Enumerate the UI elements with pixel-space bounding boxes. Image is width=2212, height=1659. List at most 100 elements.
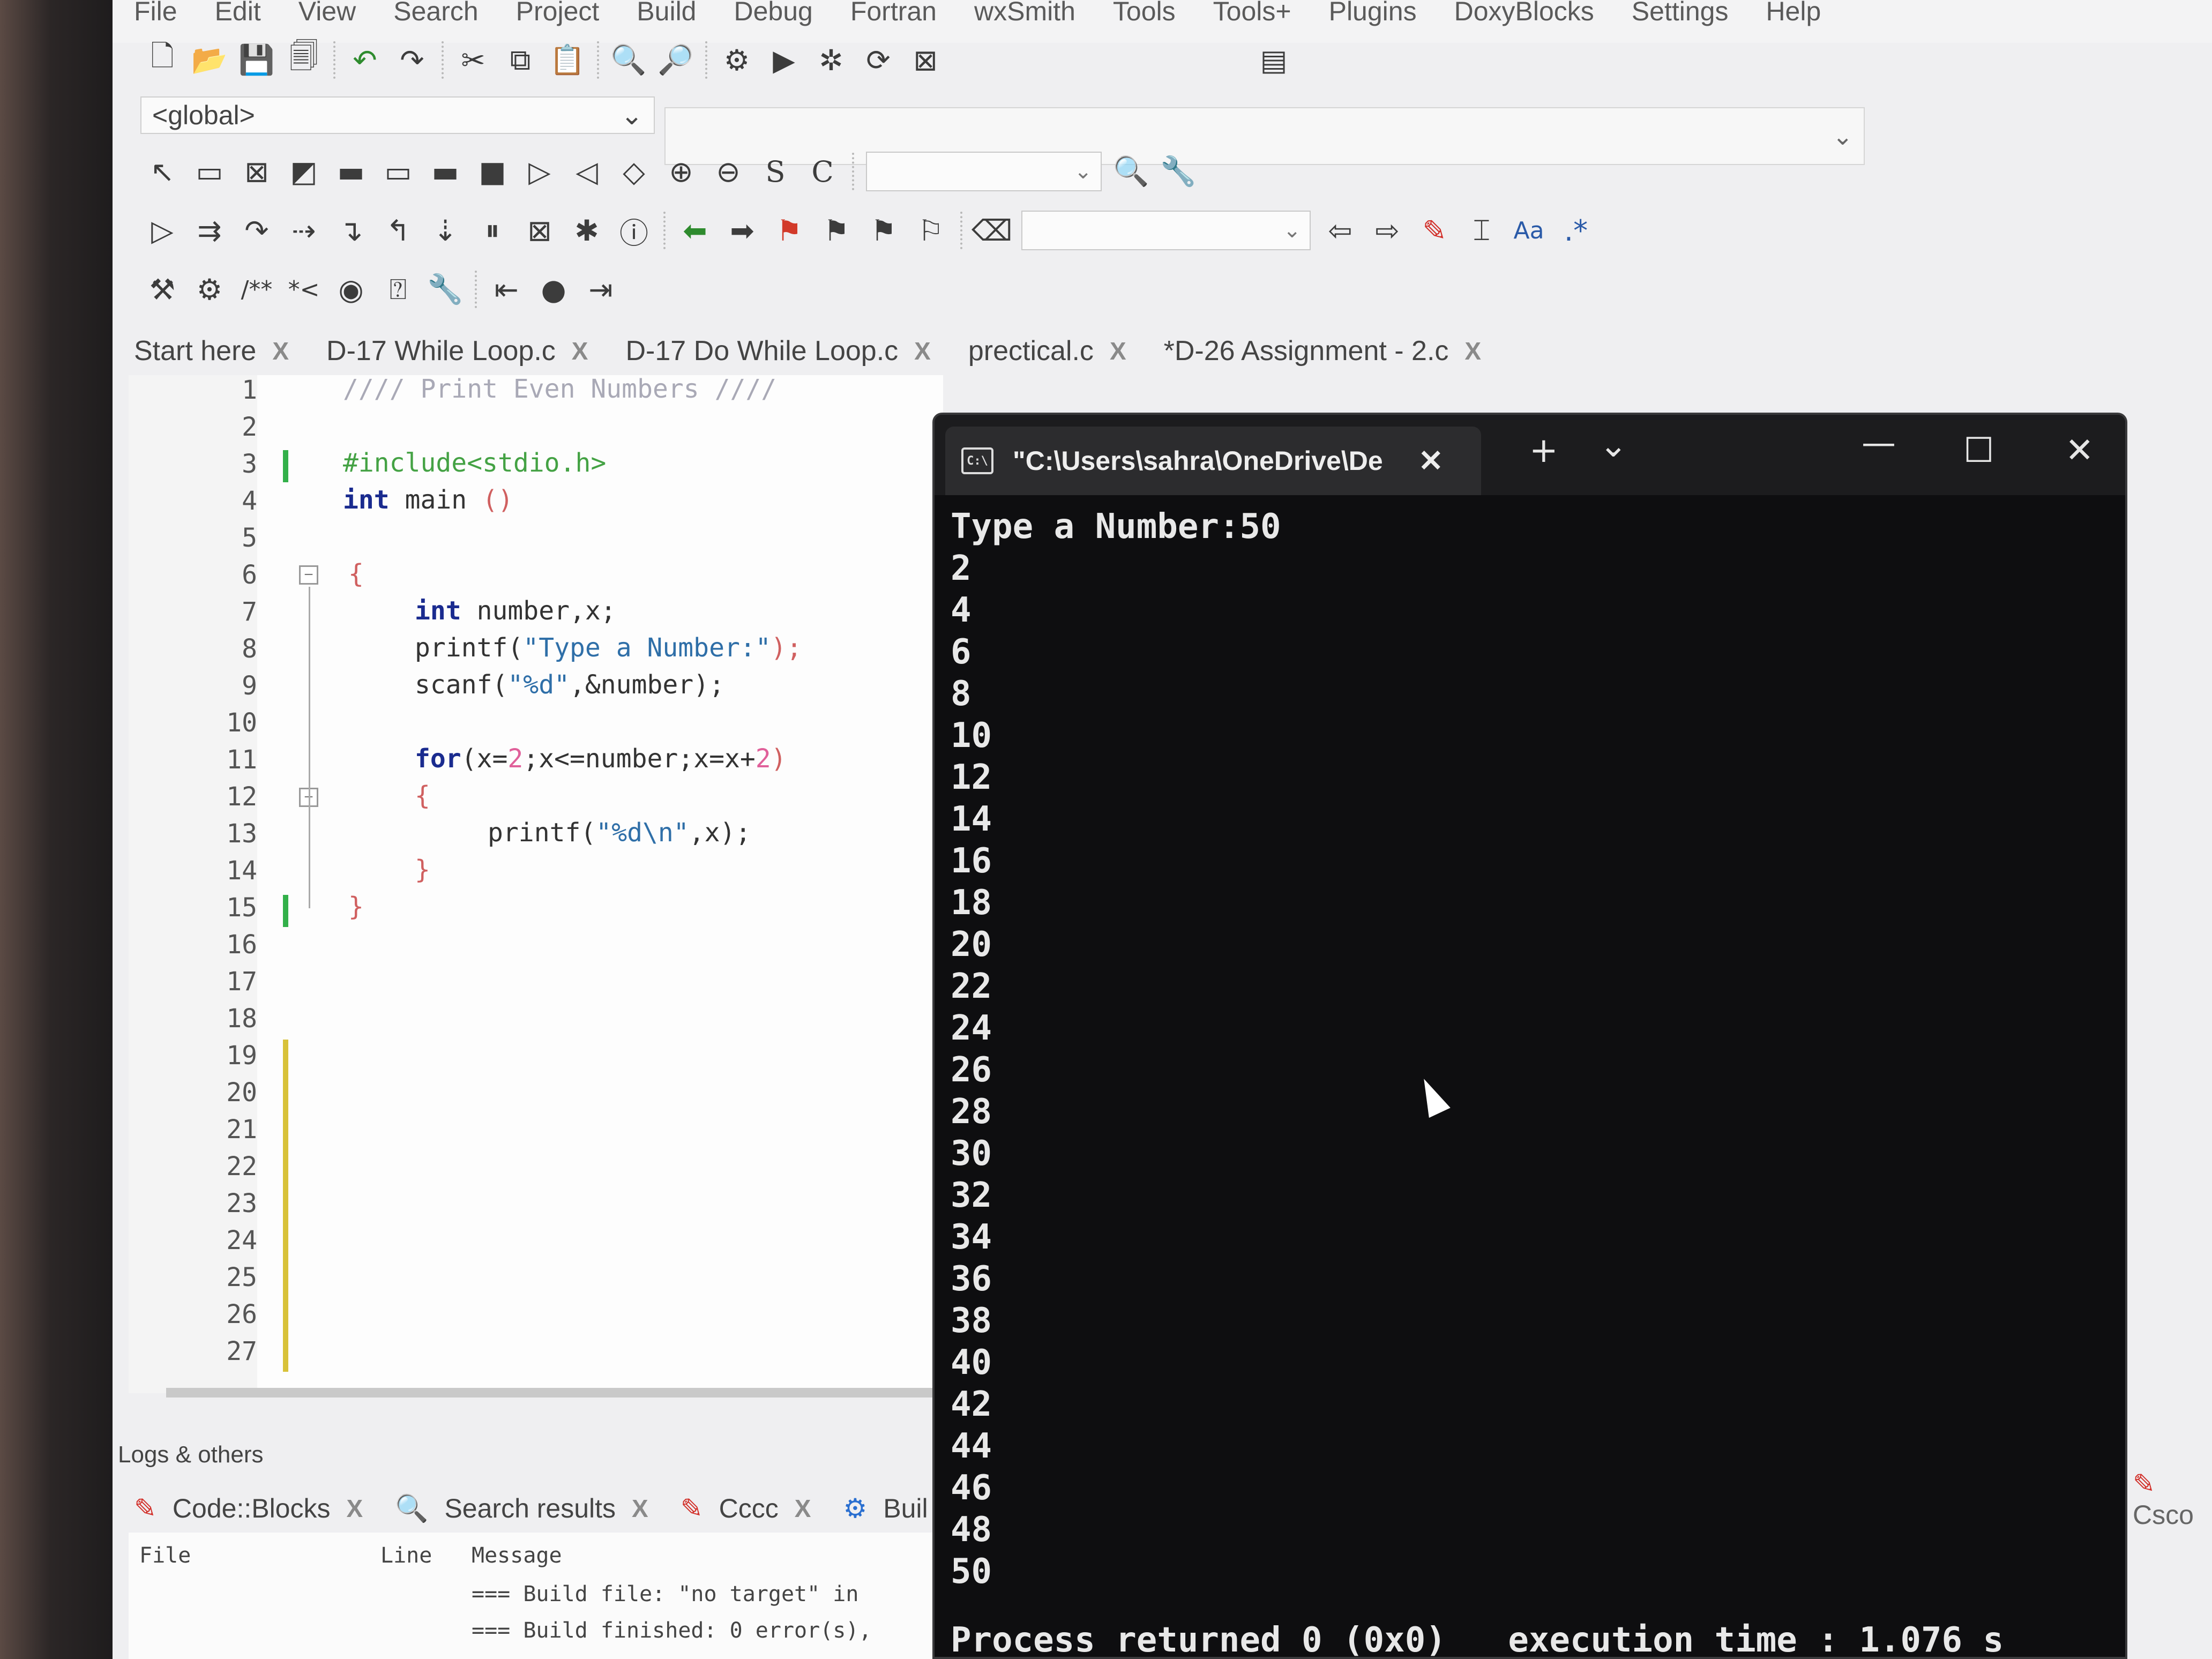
debug-windows-icon[interactable]: ✱ xyxy=(569,213,604,248)
target-dialog-icon[interactable]: ▤ xyxy=(1256,42,1291,78)
bookmark-flag-icon[interactable]: ⚑ xyxy=(772,213,807,248)
match-case-icon[interactable]: Aa xyxy=(1511,213,1546,248)
panel-bottom-icon[interactable]: ▬ xyxy=(428,154,463,189)
rectangle-icon[interactable]: ▭ xyxy=(192,154,227,189)
close-icon[interactable]: X xyxy=(1464,337,1481,365)
close-icon[interactable]: X xyxy=(632,1494,648,1523)
close-tab-icon[interactable]: ✕ xyxy=(1418,443,1444,479)
menu-build[interactable]: Build xyxy=(637,0,696,27)
new-tab-button[interactable]: + xyxy=(1529,431,1558,470)
incremental-search-combo[interactable]: ⌄ xyxy=(1021,211,1311,250)
console-window[interactable]: C:\ "C:\Users\sahra\OneDrive\De ✕ + ⌄ — … xyxy=(932,413,2127,1659)
tab-do-while-loop[interactable]: D-17 Do While Loop.c X xyxy=(625,335,930,367)
tab-codeblocks-log[interactable]: ✎ Code::Blocks X xyxy=(134,1493,363,1524)
expand-right-icon[interactable]: ▷ xyxy=(522,154,557,189)
zoom-in-icon[interactable]: ⊕ xyxy=(663,154,699,189)
close-icon[interactable]: X xyxy=(1110,337,1126,365)
rebuild-icon[interactable]: ⟳ xyxy=(861,42,896,78)
open-file-icon[interactable]: 📂 xyxy=(191,42,227,78)
menu-fortran[interactable]: Fortran xyxy=(850,0,937,27)
prev-bookmark-icon[interactable]: ⚑ xyxy=(819,213,854,248)
selected-text-icon[interactable]: ⌶ xyxy=(1464,213,1499,248)
menu-tools[interactable]: Tools xyxy=(1113,0,1176,27)
replace-icon[interactable]: 🔎 xyxy=(657,42,693,78)
panel-middle-icon[interactable]: ▭ xyxy=(380,154,416,189)
search-next-icon[interactable]: ⇨ xyxy=(1370,213,1405,248)
find-icon[interactable]: 🔍 xyxy=(610,42,646,78)
paste-icon[interactable]: 📋 xyxy=(549,42,585,78)
panel-fill-icon[interactable]: ■ xyxy=(475,154,510,189)
tab-assignment-2[interactable]: *D-26 Assignment - 2.c X xyxy=(1164,335,1481,367)
build-and-run-icon[interactable]: ✲ xyxy=(813,42,849,78)
clear-bookmarks-icon[interactable]: ⚐ xyxy=(913,213,948,248)
save-all-icon[interactable]: 🗐 xyxy=(286,39,322,78)
step-into-icon[interactable]: ↴ xyxy=(333,213,369,248)
undo-icon[interactable]: ↶ xyxy=(347,42,383,78)
block-comment-icon[interactable]: /** xyxy=(239,272,274,307)
menu-doxyblocks[interactable]: DoxyBlocks xyxy=(1454,0,1594,27)
box-diagonal-icon[interactable]: ◩ xyxy=(286,154,322,189)
redo-icon[interactable]: ↷ xyxy=(394,42,430,78)
info-icon[interactable]: ⓘ xyxy=(616,213,652,250)
tab-search-results[interactable]: 🔍 Search results X xyxy=(395,1493,648,1525)
menu-view[interactable]: View xyxy=(298,0,356,27)
arrow-left-icon[interactable]: ⬅ xyxy=(677,213,713,248)
run-icon[interactable]: ▶ xyxy=(766,42,802,78)
doxywizard-icon[interactable]: ⚒ xyxy=(145,272,180,307)
jump-forward-icon[interactable]: ⇥ xyxy=(583,272,618,307)
right-panel-tab[interactable]: ✎ Csco xyxy=(2133,1468,2212,1530)
stop-debug-icon[interactable]: ⊠ xyxy=(522,213,557,248)
scope-combo[interactable]: <global> ⌄ xyxy=(140,96,655,134)
wrench-icon[interactable]: 🔧 xyxy=(1160,154,1196,189)
menu-tools-plus[interactable]: Tools+ xyxy=(1213,0,1291,27)
box-x-icon[interactable]: ⊠ xyxy=(239,154,274,189)
line-comment-icon[interactable]: *< xyxy=(286,272,322,307)
next-line-icon[interactable]: ↷ xyxy=(239,213,274,248)
cut-icon[interactable]: ✂ xyxy=(455,42,491,78)
clear-search-icon[interactable]: ⌫ xyxy=(972,213,1012,248)
tab-while-loop[interactable]: D-17 While Loop.c X xyxy=(326,335,588,367)
abort-icon[interactable]: ⊠ xyxy=(908,42,943,78)
arrow-right-icon[interactable]: ➡ xyxy=(724,213,760,248)
search-combo[interactable]: ⌄ xyxy=(866,152,1102,191)
tab-start-here[interactable]: Start here X xyxy=(134,335,289,367)
menu-debug[interactable]: Debug xyxy=(734,0,812,27)
debug-run-icon[interactable]: ▷ xyxy=(145,213,180,248)
menu-plugins[interactable]: Plugins xyxy=(1329,0,1417,27)
build-gear-icon[interactable]: ⚙ xyxy=(719,42,754,78)
jump-back-icon[interactable]: ⇤ xyxy=(489,272,524,307)
preferences-icon[interactable]: 🔧 xyxy=(427,272,463,307)
pointer-icon[interactable]: ↖ xyxy=(145,154,180,189)
c-icon[interactable]: C xyxy=(805,154,840,189)
menu-settings[interactable]: Settings xyxy=(1632,0,1729,27)
close-icon[interactable]: X xyxy=(572,337,588,365)
next-instruction-icon[interactable]: ⇢ xyxy=(286,213,322,248)
chm-help-icon[interactable]: ⍰ xyxy=(380,272,416,307)
panel-top-icon[interactable]: ▬ xyxy=(333,154,369,189)
copy-icon[interactable]: ⧉ xyxy=(503,42,538,78)
menu-file[interactable]: File xyxy=(134,0,177,27)
minimize-button[interactable]: — xyxy=(1862,423,1896,463)
pause-icon[interactable]: ⏸ xyxy=(475,213,510,248)
new-file-icon[interactable]: 🗋 xyxy=(145,39,180,78)
code-editor[interactable]: 1 2 3 4 5 6 7 8 9 10 11 12 13 14 15 16 1… xyxy=(129,374,943,1393)
tab-cccc[interactable]: ✎ Cccc X xyxy=(681,1493,811,1524)
search-box-icon[interactable]: 🔍 xyxy=(1113,154,1149,189)
menu-search[interactable]: Search xyxy=(393,0,478,27)
chevron-down-icon[interactable]: ⌄ xyxy=(1599,425,1628,465)
expand-left-icon[interactable]: ◁ xyxy=(569,154,604,189)
tab-prectical[interactable]: prectical.c X xyxy=(968,335,1126,367)
fold-toggle-icon[interactable]: − xyxy=(299,565,318,585)
save-icon[interactable]: 💾 xyxy=(238,42,274,78)
close-icon[interactable]: X xyxy=(914,337,931,365)
console-tab[interactable]: C:\ "C:\Users\sahra\OneDrive\De ✕ xyxy=(945,427,1481,495)
highlight-icon[interactable]: ✎ xyxy=(1417,213,1452,248)
close-icon[interactable]: X xyxy=(347,1494,363,1523)
run-to-cursor-icon[interactable]: ⇉ xyxy=(192,213,227,248)
expand-both-icon[interactable]: ◇ xyxy=(616,154,652,189)
s-icon[interactable]: S xyxy=(758,154,793,189)
menu-edit[interactable]: Edit xyxy=(215,0,261,27)
menu-help[interactable]: Help xyxy=(1766,0,1821,27)
extract-docs-icon[interactable]: ⚙ xyxy=(192,272,227,307)
menu-wxsmith[interactable]: wxSmith xyxy=(974,0,1075,27)
